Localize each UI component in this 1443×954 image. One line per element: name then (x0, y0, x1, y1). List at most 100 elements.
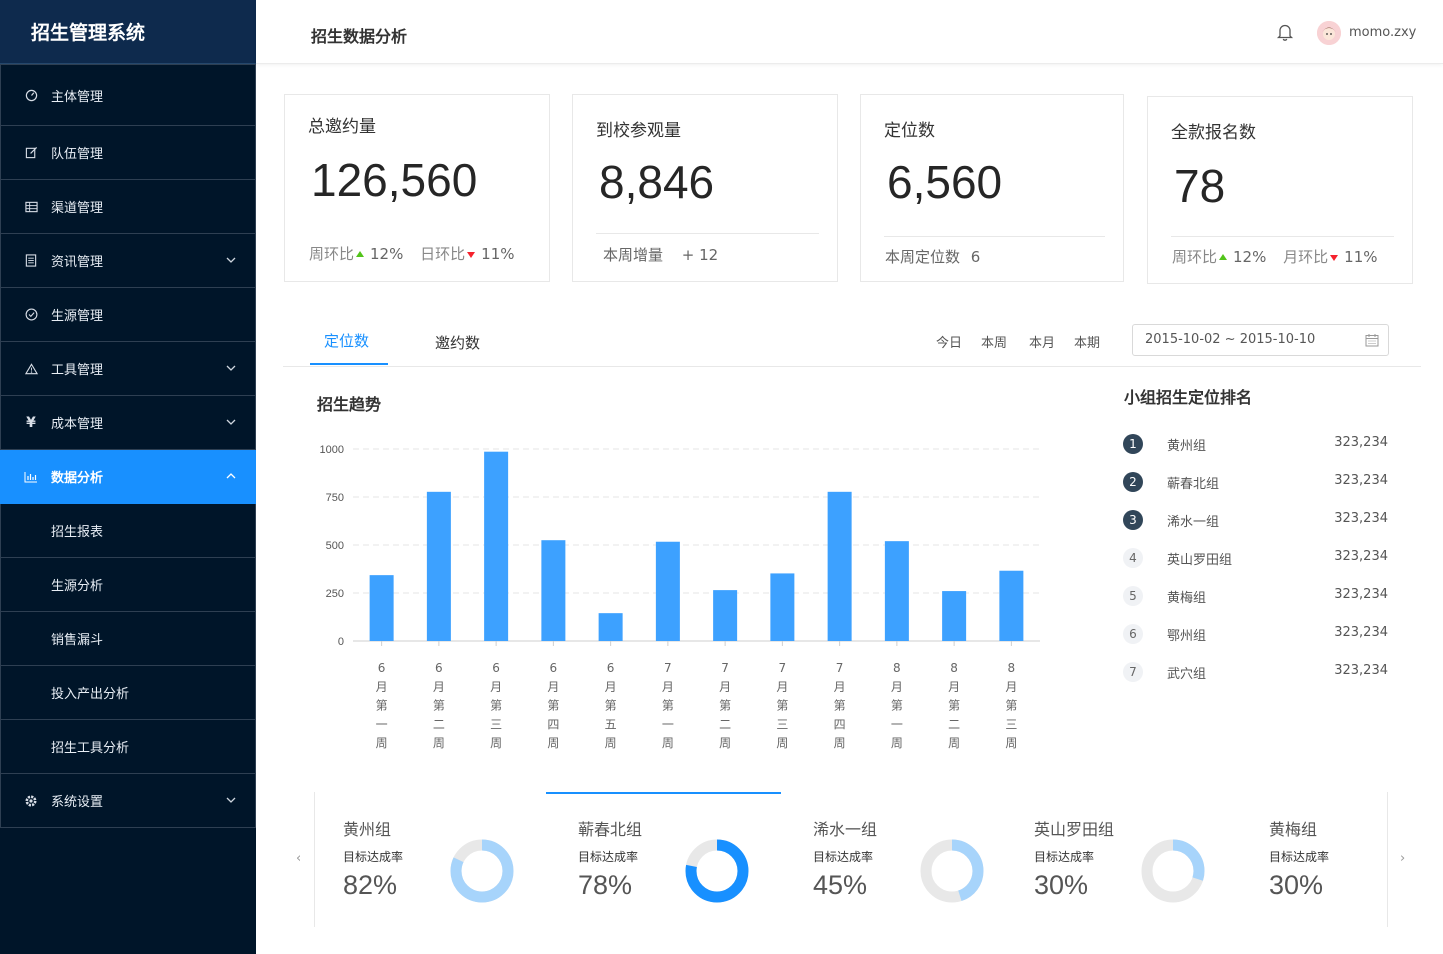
table-icon (23, 199, 39, 215)
stat-card-total-invites: 总邀约量 126,560 周环比 12% 日环比 11% (284, 94, 550, 282)
rank-badge: 6 (1123, 624, 1143, 644)
chart-bar (541, 540, 566, 641)
sidebar-menu: 主体管理 队伍管理 渠道管理 资讯管理 生源管理 工具管理 ¥ 成本管理 数据分… (0, 64, 256, 828)
rank-value: 323,234 (1334, 473, 1388, 488)
username[interactable]: momo.zxy (1349, 25, 1416, 40)
group-rate-value: 78% (578, 870, 633, 900)
x-tick-label: 6 月第一周 (376, 661, 388, 750)
sidebar-subitem-sales-funnel[interactable]: 销售漏斗 (0, 612, 256, 666)
chevron-down-icon (226, 419, 236, 425)
sidebar-subitem-admission-report[interactable]: 招生报表 (0, 504, 256, 558)
check-circle-icon (23, 307, 39, 323)
stat-card-value: 78 (1174, 160, 1226, 212)
rank-value: 323,234 (1334, 435, 1388, 450)
period-this-term[interactable]: 本期 (1074, 332, 1100, 351)
footer-label: 本周定位数 (885, 248, 961, 266)
sidebar-subitem-source-analysis[interactable]: 生源分析 (0, 558, 256, 612)
sidebar-item-label: 主体管理 (51, 89, 104, 105)
x-tick-label: 6 月第三周 (490, 661, 502, 750)
sidebar-item-label: 渠道管理 (51, 201, 104, 216)
x-tick-label: 8 月第一周 (891, 661, 903, 750)
sidebar-item-label: 系统设置 (51, 795, 104, 810)
sidebar-item-tools[interactable]: 工具管理 (0, 342, 256, 396)
group-card[interactable]: 英山罗田组 目标达成率 30% (1034, 792, 1264, 927)
sidebar-item-main[interactable]: 主体管理 (0, 64, 256, 126)
y-tick-label: 0 (338, 636, 344, 648)
stat-card-title: 到校参观量 (596, 121, 681, 141)
date-range-value: 2015-10-02 ~ 2015-10-10 (1145, 332, 1316, 347)
group-donut-chart (1141, 839, 1205, 903)
group-card[interactable]: 浠水一组 目标达成率 45% (813, 792, 1043, 927)
group-card[interactable]: 黄梅组 目标达成率 30% (1269, 792, 1384, 927)
sidebar-item-label: 成本管理 (51, 417, 104, 432)
date-range-picker[interactable]: 2015-10-02 ~ 2015-10-10 (1132, 324, 1389, 356)
tab-invitations[interactable]: 邀约数 (435, 332, 480, 353)
trend-value: 12% (1233, 248, 1267, 266)
sidebar-item-settings[interactable]: 系统设置 (0, 774, 256, 828)
rank-value: 323,234 (1334, 663, 1388, 678)
group-card[interactable]: 黄州组 目标达成率 82% (343, 792, 573, 927)
stat-card-campus-visits: 到校参观量 8,846 本周增量 + 12 (572, 94, 838, 282)
sidebar-subitem-tool-analysis[interactable]: 招生工具分析 (0, 720, 256, 774)
trend-label: 日环比 (420, 245, 466, 263)
x-tick-label: 7 月第四周 (834, 661, 846, 750)
trend-up-icon (356, 251, 365, 257)
sidebar-subitem-roi-analysis[interactable]: 投入产出分析 (0, 666, 256, 720)
page-title: 招生数据分析 (311, 27, 408, 46)
rank-name: 鄂州组 (1167, 629, 1207, 644)
tab-active-indicator (310, 363, 388, 365)
chart-bar (369, 575, 394, 641)
trend-label: 周环比 (1172, 248, 1218, 266)
group-card[interactable]: 蕲春北组 目标达成率 78% (578, 792, 808, 927)
chart-bar (426, 491, 451, 641)
divider (884, 236, 1105, 237)
sidebar-item-cost[interactable]: ¥ 成本管理 (0, 396, 256, 450)
period-this-week[interactable]: 本周 (981, 332, 1007, 351)
tab-locations[interactable]: 定位数 (324, 330, 369, 351)
period-today[interactable]: 今日 (936, 332, 962, 351)
sidebar-item-source[interactable]: 生源管理 (0, 288, 256, 342)
bar-chart-icon (23, 469, 39, 485)
group-donut-chart (685, 839, 749, 903)
rank-name: 黄州组 (1167, 439, 1207, 454)
group-donut-chart (450, 839, 514, 903)
sidebar-item-channel[interactable]: 渠道管理 (0, 180, 256, 234)
period-this-month[interactable]: 本月 (1029, 332, 1055, 351)
stat-card-value: 6,560 (887, 156, 1003, 208)
sidebar-item-team[interactable]: 队伍管理 (0, 126, 256, 180)
x-tick-label: 6 月第四周 (547, 661, 559, 750)
carousel-next-arrow[interactable]: › (1400, 851, 1405, 866)
file-icon (23, 253, 39, 269)
sidebar-item-label: 队伍管理 (51, 147, 104, 162)
group-name: 黄梅组 (1269, 820, 1318, 839)
trend-label: 月环比 (1283, 248, 1329, 266)
ranking-row: 5 黄梅组 323,234 (1123, 584, 1388, 606)
x-tick-label: 6 月第五周 (605, 661, 617, 750)
stat-card-title: 定位数 (884, 121, 935, 141)
group-rate-value: 82% (343, 870, 398, 900)
avatar[interactable] (1317, 21, 1341, 45)
chart-bar (713, 590, 738, 641)
rank-name: 黄梅组 (1167, 591, 1207, 606)
group-donut-chart (920, 839, 984, 903)
trend-value: 11% (481, 245, 515, 263)
footer-label: 本周增量 (603, 246, 664, 264)
stat-card-title: 总邀约量 (308, 117, 376, 137)
x-tick-label: 7 月第三周 (776, 661, 788, 750)
stat-card-title: 全款报名数 (1171, 123, 1256, 143)
group-rate-value: 30% (1034, 870, 1089, 900)
stat-card-value: 126,560 (311, 154, 478, 206)
sidebar-item-news[interactable]: 资讯管理 (0, 234, 256, 288)
x-tick-label: 6 月第二周 (433, 661, 445, 750)
stat-card-footer: 周环比 12% 月环比 11% (1172, 246, 1390, 267)
chart-bar (598, 613, 623, 641)
stat-card-locations: 定位数 6,560 本周定位数 6 (860, 94, 1124, 282)
app-logo: 招生管理系统 (0, 0, 256, 64)
trend-value: 12% (370, 245, 404, 263)
chart-bar (827, 491, 852, 641)
carousel-prev-arrow[interactable]: ‹ (296, 851, 301, 866)
ranking-row: 6 鄂州组 323,234 (1123, 622, 1388, 644)
bell-icon[interactable] (1275, 22, 1295, 42)
sidebar-item-data-analysis[interactable]: 数据分析 (0, 450, 256, 504)
rank-value: 323,234 (1334, 587, 1388, 602)
